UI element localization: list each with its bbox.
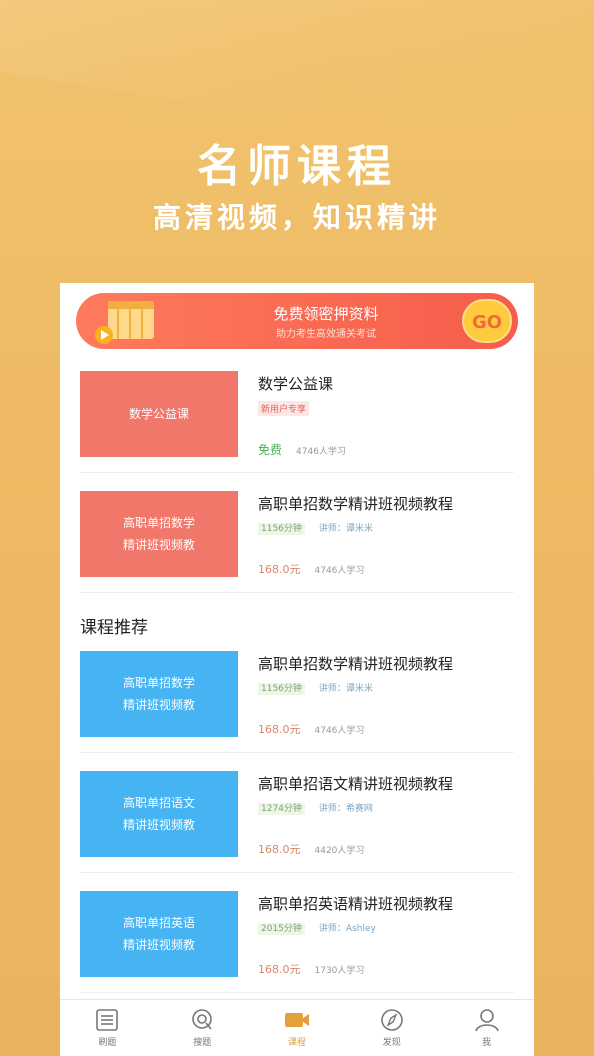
- tab-discover[interactable]: 发现: [344, 1000, 439, 1056]
- tab-practice[interactable]: 刷题: [60, 1000, 155, 1056]
- tab-search[interactable]: 搜题: [155, 1000, 250, 1056]
- thumbnail-text: 高职单招语文: [122, 796, 195, 810]
- price-value: 168.0元: [258, 563, 301, 576]
- thumbnail-text: 数学公益课: [128, 407, 189, 421]
- price-value: 168.0元: [258, 723, 301, 736]
- course-duration: 1274分钟: [258, 803, 305, 815]
- course-duration: 1156分钟: [258, 523, 305, 535]
- tab-me[interactable]: 我: [439, 1000, 534, 1056]
- learner-count: 4746人学习: [296, 447, 346, 457]
- course-thumbnail[interactable]: 数学公益课: [80, 371, 238, 457]
- tab-label: 发现: [382, 1038, 401, 1048]
- person-icon: [474, 1009, 499, 1032]
- go-button[interactable]: GO: [462, 299, 512, 343]
- video-icon: [284, 1013, 309, 1027]
- course-meta: 1156分钟 讲师：谭米米: [258, 681, 373, 695]
- thumbnail-text: 高职单招数学: [122, 676, 195, 690]
- tab-label: 课程: [287, 1038, 306, 1048]
- course-title: 高职单招数学精讲班视频教程: [258, 655, 454, 673]
- price-value: 免费: [258, 443, 283, 457]
- course-meta: 1156分钟 讲师：谭米米: [258, 521, 373, 535]
- course-thumbnail[interactable]: 高职单招语文 精讲班视频教: [80, 771, 238, 857]
- clapperboard-icon: [95, 301, 154, 344]
- course-price: 168.0元 4420人学习: [258, 841, 364, 857]
- learner-count: 1730人学习: [314, 966, 365, 976]
- background-decoration: [0, 0, 594, 120]
- list-icon: [96, 1009, 119, 1031]
- course-price: 168.0元 4746人学习: [258, 561, 364, 577]
- bottom-tab-bar: 刷题 搜题 课程 发现 我: [60, 999, 534, 1056]
- course-thumbnail[interactable]: 高职单招数学 精讲班视频教: [80, 651, 238, 737]
- course-duration: 2015分钟: [258, 923, 305, 935]
- course-title: 数学公益课: [258, 375, 334, 393]
- price-value: 168.0元: [258, 843, 301, 856]
- tab-courses[interactable]: 课程: [250, 1000, 345, 1056]
- banner-title: 免费领密押资料: [273, 305, 379, 323]
- course-card[interactable]: 高职单招英语 精讲班视频教 高职单招英语精讲班视频教程 2015分钟 讲师：Ash…: [80, 885, 514, 993]
- hero-subtitle: 高清视频，知识精讲: [152, 201, 441, 234]
- new-user-tag: 新用户专享: [258, 401, 310, 416]
- course-title: 高职单招语文精讲班视频教程: [258, 775, 454, 793]
- thumbnail-text: 精讲班视频教: [122, 938, 195, 952]
- course-duration: 1156分钟: [258, 683, 305, 695]
- course-thumbnail[interactable]: 高职单招英语 精讲班视频教: [80, 891, 238, 977]
- course-title: 高职单招数学精讲班视频教程: [258, 495, 454, 513]
- thumbnail-text: 精讲班视频教: [122, 818, 195, 832]
- course-price: 168.0元 1730人学习: [258, 961, 364, 977]
- course-teacher: 讲师：谭米米: [318, 524, 373, 534]
- phone-screen: 免费领密押资料 助力考生高效通关考试 GO 数学公益课 数学公益课 新用户专享 …: [60, 283, 534, 1056]
- course-card[interactable]: 高职单招数学 精讲班视频教 高职单招数学精讲班视频教程 1156分钟 讲师：谭米米…: [80, 645, 514, 753]
- thumbnail-text: 精讲班视频教: [122, 698, 195, 712]
- learner-count: 4746人学习: [314, 726, 365, 736]
- course-card[interactable]: 高职单招语文 精讲班视频教 高职单招语文精讲班视频教程 1274分钟 讲师：希赛网…: [80, 765, 514, 873]
- thumbnail-text: 高职单招英语: [122, 916, 195, 930]
- learner-count: 4746人学习: [314, 566, 365, 576]
- thumbnail-text: 高职单招数学: [122, 516, 195, 530]
- course-meta: 1274分钟 讲师：希赛网: [258, 801, 373, 815]
- hero-title: 名师课程: [197, 141, 397, 192]
- section-title-recommended: 课程推荐: [80, 618, 148, 638]
- price-value: 168.0元: [258, 963, 301, 976]
- course-teacher: 讲师：希赛网: [318, 804, 373, 814]
- tab-label: 搜题: [193, 1038, 212, 1048]
- course-teacher: 讲师：谭米米: [318, 684, 373, 694]
- course-card[interactable]: 数学公益课 数学公益课 新用户专享 免费 4746人学习: [80, 365, 514, 473]
- banner-subtitle: 助力考生高效通关考试: [276, 329, 376, 340]
- tab-label: 刷题: [98, 1038, 117, 1048]
- course-price: 168.0元 4746人学习: [258, 721, 364, 737]
- promo-banner[interactable]: 免费领密押资料 助力考生高效通关考试 GO: [76, 293, 518, 349]
- course-teacher: 讲师：Ashley: [318, 924, 376, 934]
- course-card[interactable]: 高职单招数学 精讲班视频教 高职单招数学精讲班视频教程 1156分钟 讲师：谭米米…: [80, 485, 514, 593]
- search-icon: [192, 1009, 212, 1030]
- compass-icon: [380, 1009, 403, 1031]
- tab-label: 我: [482, 1038, 492, 1048]
- learner-count: 4420人学习: [314, 846, 365, 856]
- course-title: 高职单招英语精讲班视频教程: [258, 895, 454, 913]
- course-thumbnail[interactable]: 高职单招数学 精讲班视频教: [80, 491, 238, 577]
- thumbnail-text: 精讲班视频教: [122, 538, 195, 552]
- course-price: 免费 4746人学习: [258, 441, 346, 458]
- course-meta: 2015分钟 讲师：Ashley: [258, 921, 376, 935]
